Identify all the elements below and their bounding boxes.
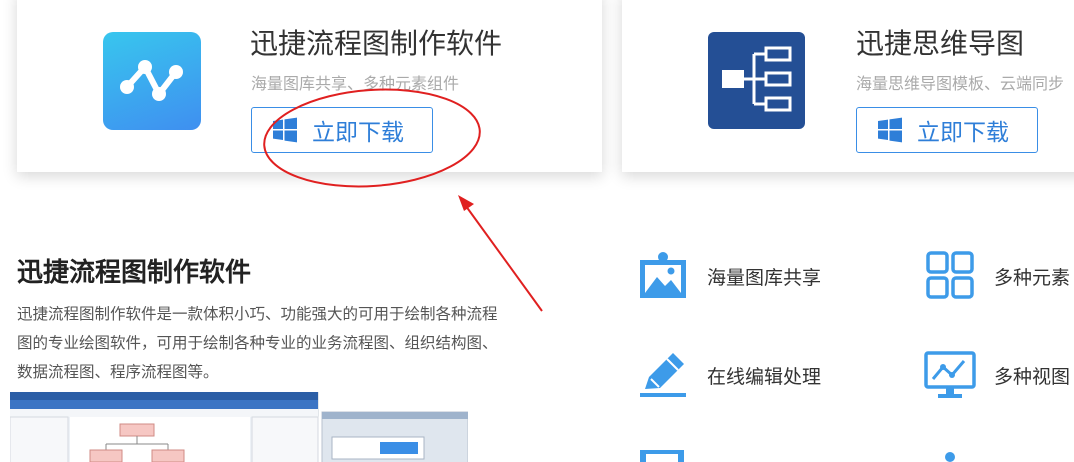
feature-label: 海量图库共享: [707, 266, 822, 289]
flowchart-app-icon[interactable]: [103, 32, 201, 130]
page: 迅捷流程图制作软件 海量图库共享、多种元素组件 立即下载 迅捷思维导图 海量思维…: [0, 0, 1074, 462]
feature-label: 多种元素: [994, 266, 1071, 289]
product-card-mindmap: 迅捷思维导图 海量思维导图模板、云端同步 立即下载: [622, 0, 1074, 172]
download-label: 立即下载: [917, 120, 1009, 146]
download-label: 立即下载: [312, 120, 404, 146]
windows-icon: [273, 117, 297, 143]
image-gallery-icon: [640, 252, 686, 298]
product-card-flowchart: 迅捷流程图制作软件 海量图库共享、多种元素组件 立即下载: [17, 0, 602, 172]
download-button[interactable]: 立即下载: [251, 107, 433, 153]
feature-views: 多种视图: [924, 349, 1070, 401]
product-subtitle: 海量思维导图模板、云端同步: [856, 74, 1065, 93]
feature-online-edit: 在线编辑处理: [637, 349, 821, 401]
product-title[interactable]: 迅捷思维导图: [856, 22, 1024, 62]
grid-icon: [926, 251, 974, 299]
partial-feature-icon: [945, 452, 955, 462]
windows-icon: [878, 117, 902, 143]
partial-feature-icon: [640, 450, 684, 462]
product-title[interactable]: 迅捷流程图制作软件: [250, 22, 502, 62]
annotation-arrow: [458, 195, 543, 312]
product-subtitle: 海量图库共享、多种元素组件: [251, 74, 460, 93]
software-screenshot: [10, 392, 468, 462]
mindmap-app-icon[interactable]: [708, 32, 805, 129]
feature-elements: 多种元素: [924, 250, 1070, 302]
feature-gallery: 海量图库共享: [637, 250, 821, 302]
feature-label: 在线编辑处理: [707, 365, 822, 388]
monitor-chart-icon: [924, 351, 976, 398]
download-button[interactable]: 立即下载: [856, 107, 1038, 153]
article-description: 迅捷流程图制作软件是一款体积小巧、功能强大的可用于绘制各种流程图的专业绘图软件，…: [17, 305, 498, 381]
pencil-edit-icon: [640, 353, 686, 397]
feature-label: 多种视图: [994, 365, 1071, 388]
article-title: 迅捷流程图制作软件: [17, 258, 252, 288]
